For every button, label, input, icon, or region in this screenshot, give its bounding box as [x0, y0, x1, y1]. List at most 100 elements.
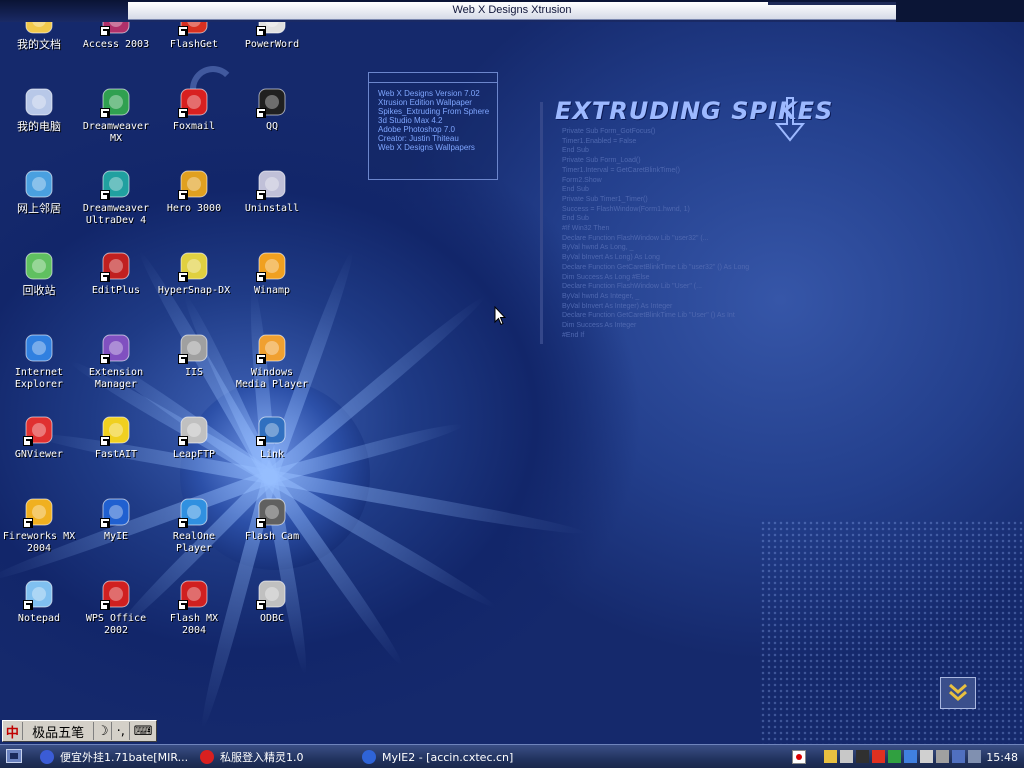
foxmail-icon	[178, 86, 210, 118]
desktop-icon-fireworks[interactable]: Fireworks MX 2004	[0, 496, 78, 555]
desktop-icon-uninstall[interactable]: Uninstall	[233, 168, 311, 215]
qq-tray-icon[interactable]	[952, 750, 965, 763]
desktop-icon-label: GNViewer	[14, 449, 64, 460]
desktop-icon-dreamweaver[interactable]: Dreamweaver MX	[77, 86, 155, 145]
tray-app-icon[interactable]	[824, 750, 837, 763]
ime-punctuation-toggle[interactable]: ·,	[112, 722, 131, 740]
odbc-icon	[256, 578, 288, 610]
desktop-icon-foxmail[interactable]: Foxmail	[155, 86, 233, 133]
shortcut-arrow-icon	[256, 436, 266, 446]
desktop-icon-label: ODBC	[259, 613, 285, 624]
tray-app-icon[interactable]	[968, 750, 981, 763]
info-line: Web X Designs Version 7.02	[378, 89, 480, 98]
volume-icon[interactable]	[936, 750, 949, 763]
taskbar-button[interactable]: 私服登入精灵1.0	[200, 747, 350, 767]
desktop-icon-notepad[interactable]: Notepad	[0, 578, 78, 625]
desktop-icon-editplus[interactable]: EditPlus	[77, 250, 155, 297]
desktop-icon-ultradev[interactable]: Dreamweaver UltraDev 4	[77, 168, 155, 227]
taskbar-button-label: MyIE2 - [accin.cxtec.cn]	[382, 750, 514, 764]
desktop-icon-iis[interactable]: IIS	[155, 332, 233, 379]
desktop-icon-media-player[interactable]: Windows Media Player	[233, 332, 311, 391]
ime-name[interactable]: 极品五笔	[23, 722, 95, 741]
code-line: Declare Function FlashWindow Lib "user32…	[562, 234, 709, 242]
taskbar-button-label: 私服登入精灵1.0	[220, 751, 304, 764]
hero-player-icon	[178, 168, 210, 200]
tray-app-icon[interactable]	[904, 750, 917, 763]
start-button[interactable]	[6, 749, 22, 763]
desktop-icon-label: Winamp	[253, 285, 291, 296]
flash-mx-icon	[178, 578, 210, 610]
iis-icon	[178, 332, 210, 364]
desktop-icon-hypersnap[interactable]: HyperSnap-DX	[155, 250, 233, 297]
desktop-icon-hero-player[interactable]: Hero 3000	[155, 168, 233, 215]
tray-app-icon[interactable]	[856, 750, 869, 763]
power-icon	[200, 750, 214, 764]
ime-mode-toggle[interactable]: 中	[3, 722, 23, 741]
double-chevron-down-icon	[949, 683, 967, 701]
shortcut-arrow-icon	[256, 108, 266, 118]
code-line: Private Sub Form_GotFocus()	[562, 128, 656, 135]
desktop-icon-network[interactable]: 网上邻居	[0, 168, 78, 215]
desktop-icon-flash-cam[interactable]: Flash Cam	[233, 496, 311, 543]
qq-penguin-icon	[256, 86, 288, 118]
desktop-icon-winamp[interactable]: Winamp	[233, 250, 311, 297]
desktop-icon-label: Access 2003	[82, 39, 150, 50]
link-icon	[256, 414, 288, 446]
network-icon	[23, 168, 55, 200]
desktop-icon-wps-office[interactable]: WPS Office 2002	[77, 578, 155, 637]
desktop-icon-qq-penguin[interactable]: QQ	[233, 86, 311, 133]
desktop-icon-label: Dreamweaver MX	[82, 121, 150, 144]
shortcut-arrow-icon	[100, 26, 110, 36]
top-bar-title: Web X Designs Xtrusion	[452, 4, 572, 16]
taskbar-clock[interactable]: 15:48	[986, 751, 1018, 764]
tray-record-icon[interactable]	[792, 750, 806, 764]
desktop-icon-gnviewer[interactable]: GNViewer	[0, 414, 78, 461]
shortcut-arrow-icon	[256, 600, 266, 610]
shortcut-arrow-icon	[100, 518, 110, 528]
desktop-icon-recycle-bin[interactable]: 回收站	[0, 250, 78, 297]
desktop-icon-flash-mx[interactable]: Flash MX 2004	[155, 578, 233, 637]
shortcut-arrow-icon	[178, 108, 188, 118]
desktop-icon-computer[interactable]: 我的电脑	[0, 86, 78, 133]
desktop-icon-link[interactable]: Link	[233, 414, 311, 461]
taskbar-button-label: 便宜外挂1.71bate[MIR...	[60, 751, 189, 764]
shortcut-arrow-icon	[100, 436, 110, 446]
taskbar-button[interactable]: MyIE2 - [accin.cxtec.cn]	[362, 747, 532, 767]
desktop-icon-extension-manager[interactable]: Extension Manager	[77, 332, 155, 391]
info-line: Spikes_Extruding From Sphere	[378, 107, 490, 116]
code-line: #If Win32 Then	[562, 225, 610, 233]
realone-icon	[178, 496, 210, 528]
code-line: End Sub	[562, 215, 589, 223]
tray-app-icon[interactable]	[920, 750, 933, 763]
gnviewer-icon	[23, 414, 55, 446]
desktop-icon-label: Foxmail	[172, 121, 216, 132]
tray-app-icon[interactable]	[840, 750, 853, 763]
desktop-icon-label: FastAIT	[94, 449, 138, 460]
desktop-icon-leapftp[interactable]: LeapFTP	[155, 414, 233, 461]
desktop-icon-label: LeapFTP	[172, 449, 216, 460]
desktop-icon-label: Hero 3000	[166, 203, 222, 214]
taskbar-button[interactable]: 便宜外挂1.71bate[MIR...	[40, 747, 190, 767]
bug-icon	[40, 750, 54, 764]
code-line: Private Sub Form_Load()	[562, 157, 641, 165]
network-tray-icon[interactable]	[888, 750, 901, 763]
flashget-tray-icon[interactable]	[872, 750, 885, 763]
fireworks-icon	[23, 496, 55, 528]
info-line: Adobe Photoshop 7.0	[378, 125, 455, 134]
shortcut-arrow-icon	[23, 436, 33, 446]
desktop-icon-myie[interactable]: MyIE	[77, 496, 155, 543]
code-line: Timer1.Interval = GetCaretBlinkTime()	[562, 166, 680, 174]
ime-width-toggle[interactable]: ☽	[94, 722, 113, 740]
corner-chevron-button[interactable]	[940, 677, 976, 709]
desktop-icon-label: 网上邻居	[17, 202, 61, 215]
desktop-icon-label: Notepad	[17, 613, 61, 624]
leapftp-icon	[178, 414, 210, 446]
desktop-icon-odbc[interactable]: ODBC	[233, 578, 311, 625]
ime-keyboard-icon[interactable]: ⌨	[130, 722, 156, 740]
desktop-icon-fastait[interactable]: FastAIT	[77, 414, 155, 461]
desktop-icon-label: IIS	[184, 367, 204, 378]
desktop-icon-internet-explorer[interactable]: Internet Explorer	[0, 332, 78, 391]
desktop-icon-realone[interactable]: RealOne Player	[155, 496, 233, 555]
ime-toolbar[interactable]: 中 极品五笔 ☽ ·, ⌨	[2, 720, 157, 742]
desktop-icon-label: 回收站	[22, 284, 56, 297]
